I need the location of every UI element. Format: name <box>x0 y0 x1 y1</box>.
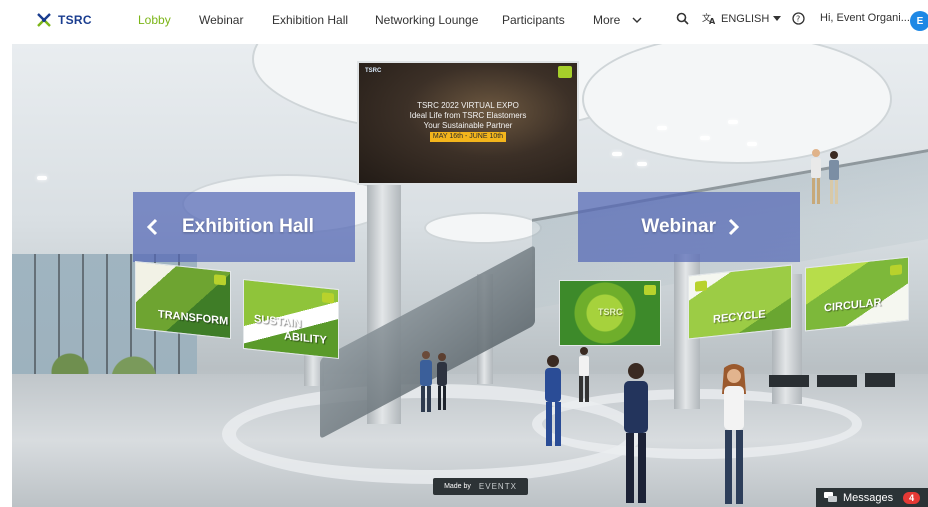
svg-text:A: A <box>709 17 716 25</box>
recycle-billboard[interactable]: RECYCLE <box>688 264 792 340</box>
transform-billboard-text: TRANSFORM <box>158 308 229 328</box>
help-button[interactable]: ? <box>792 12 805 25</box>
banner-date: MAY 16th - JUNE 10th <box>429 132 507 142</box>
caret-down-icon <box>773 15 782 21</box>
webinar-panel-label: Webinar <box>641 216 716 237</box>
visitor-figure <box>579 347 589 402</box>
brand-name: TSRC <box>58 13 92 27</box>
nav-item-more[interactable]: More <box>593 13 642 27</box>
ceiling-light <box>657 126 667 130</box>
banner-text: TSRC 2022 VIRTUAL EXPO Ideal Life from T… <box>359 101 577 142</box>
ceiling-dome-right <box>582 44 892 164</box>
made-by-label: Made by <box>444 483 471 490</box>
tsrc-center-billboard-text: TSRC <box>598 307 623 317</box>
banner-logo: TSRC <box>365 68 382 74</box>
messages-button[interactable]: Messages 4 <box>816 488 928 507</box>
visitor-figure <box>545 355 561 446</box>
language-label: ENGLISH <box>721 12 770 25</box>
leaf-icon <box>322 292 334 304</box>
nav-item-more-label: More <box>593 13 621 27</box>
banner-tagline: Your Sustainable Partner <box>423 121 513 130</box>
main-expo-banner[interactable]: TSRC TSRC 2022 VIRTUAL EXPO Ideal Life f… <box>357 61 579 185</box>
sustainability-billboard[interactable]: SUSTAIN ABILITY <box>243 278 339 360</box>
help-icon: ? <box>792 12 805 25</box>
visitor-figure <box>624 363 648 503</box>
exhibition-hall-panel[interactable]: Exhibition Hall <box>133 192 355 262</box>
nav-item-networking-lounge[interactable]: Networking Lounge <box>375 13 478 27</box>
user-greeting[interactable]: Hi, Event Organi... <box>820 12 910 24</box>
tsrc-logo[interactable]: TSRC <box>36 11 92 29</box>
circular-billboard[interactable]: CIRCULAR <box>805 256 909 332</box>
lounge-seating <box>769 373 895 387</box>
leaf-icon <box>644 285 656 295</box>
avatar[interactable]: E <box>910 11 928 31</box>
tsrc-logo-icon <box>37 13 51 27</box>
leaf-icon <box>890 264 902 276</box>
nav-item-participants[interactable]: Participants <box>502 13 565 27</box>
circular-billboard-text: CIRCULAR <box>824 296 882 315</box>
ceiling-light <box>612 152 622 156</box>
ceiling-dome-small <box>424 212 542 244</box>
nav-item-lobby[interactable]: Lobby <box>138 13 171 27</box>
leaf-icon <box>695 280 707 292</box>
top-navbar: TSRC Lobby Webinar Exhibition Hall Netwo… <box>0 0 928 42</box>
search-button[interactable] <box>676 12 689 25</box>
exhibition-hall-panel-label: Exhibition Hall <box>182 216 314 237</box>
chevron-left-icon <box>146 218 158 236</box>
leaf-icon <box>214 274 226 286</box>
messages-count-badge: 4 <box>903 491 921 504</box>
ceiling-light <box>637 162 647 166</box>
svg-text:?: ? <box>796 15 800 24</box>
messages-label: Messages <box>843 491 894 504</box>
visitor-figure <box>722 364 746 504</box>
nav-item-webinar[interactable]: Webinar <box>199 13 243 27</box>
ceiling-light <box>747 142 757 146</box>
chat-icon <box>824 492 837 502</box>
search-icon <box>676 12 689 25</box>
ceiling-light <box>700 136 710 140</box>
sustainability-billboard-text-1: SUSTAIN <box>254 313 302 331</box>
recycle-billboard-text: RECYCLE <box>713 308 766 326</box>
nav-item-exhibition-hall[interactable]: Exhibition Hall <box>272 13 348 27</box>
lobby-scene: TSRC TSRC 2022 VIRTUAL EXPO Ideal Life f… <box>12 44 928 507</box>
webinar-panel[interactable]: Webinar <box>578 192 800 262</box>
visitor-figure <box>811 149 839 204</box>
ceiling-light <box>728 120 738 124</box>
leaf-icon <box>558 66 572 78</box>
translate-icon: 文 A <box>702 12 716 25</box>
made-by-badge[interactable]: Made by EVENTX <box>433 478 528 495</box>
chevron-down-icon <box>632 17 642 23</box>
visitor-figure <box>420 351 447 412</box>
sustainability-billboard-text-2: ABILITY <box>284 330 327 347</box>
chevron-right-icon <box>728 218 740 236</box>
ceiling-light <box>37 176 47 180</box>
transform-billboard[interactable]: TRANSFORM <box>135 260 231 340</box>
banner-title: TSRC 2022 VIRTUAL EXPO <box>417 101 519 110</box>
banner-subtitle: Ideal Life from TSRC Elastomers <box>409 111 527 120</box>
tsrc-center-billboard[interactable]: TSRC <box>559 280 661 346</box>
made-by-brand: EVENTX <box>478 482 517 491</box>
language-selector[interactable]: 文 A ENGLISH <box>702 12 782 25</box>
